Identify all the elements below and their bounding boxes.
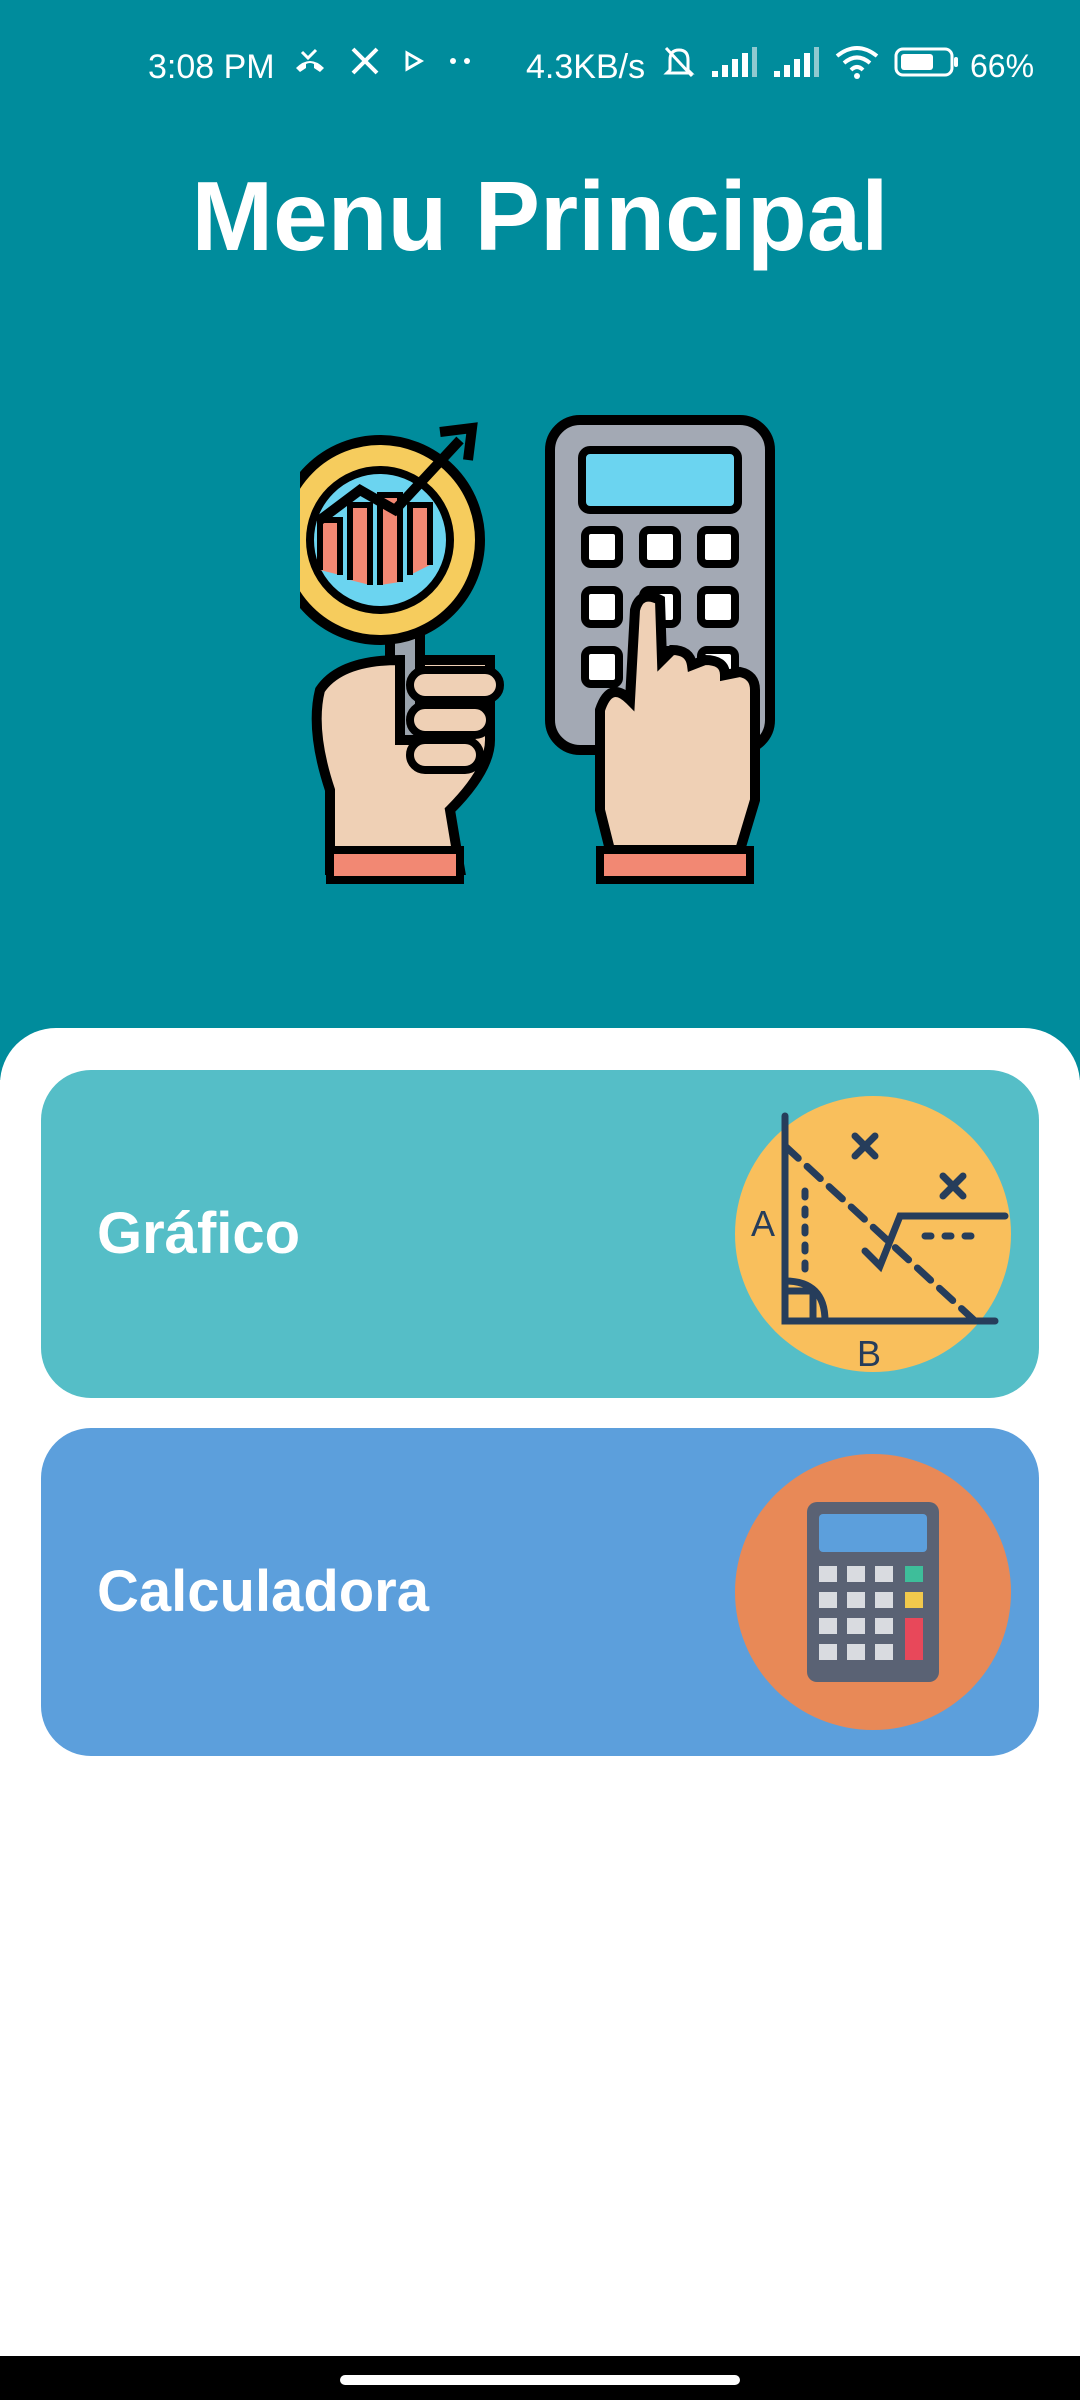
signal-icon xyxy=(712,47,757,77)
network-speed: 4.3KB/s xyxy=(526,48,646,86)
battery-percent: 66% xyxy=(970,48,1035,84)
grafico-label: Gráfico xyxy=(97,1201,301,1266)
grafico-button[interactable]: Gráfico A B xyxy=(41,1070,1039,1398)
calculator-hand xyxy=(545,415,775,884)
status-bar: 3:08 PM 4.3KB/s 66% xyxy=(0,0,1080,140)
system-icons xyxy=(662,44,960,80)
bell-off-icon xyxy=(663,46,695,78)
svg-text:A: A xyxy=(751,1203,775,1244)
home-gesture-handle[interactable] xyxy=(340,2375,740,2385)
page-title: Menu Principal xyxy=(191,161,889,271)
battery-icon xyxy=(894,47,958,77)
x-logo-icon xyxy=(351,47,379,75)
more-dots-icon xyxy=(450,58,470,64)
geometry-graph-icon: A B xyxy=(735,1096,1011,1372)
hero-illustration xyxy=(300,415,775,884)
notification-icons xyxy=(292,46,472,76)
wifi-icon xyxy=(835,46,879,79)
calculadora-button[interactable]: Calculadora xyxy=(41,1428,1039,1756)
svg-text:B: B xyxy=(857,1333,881,1372)
missed-call-icon xyxy=(296,48,324,72)
calculadora-label: Calculadora xyxy=(97,1559,429,1624)
signal-icon xyxy=(774,47,819,77)
status-time: 3:08 PM xyxy=(148,48,275,86)
magnifier-hand xyxy=(300,422,504,884)
calculator-icon xyxy=(735,1454,1011,1730)
play-icon xyxy=(405,50,425,72)
